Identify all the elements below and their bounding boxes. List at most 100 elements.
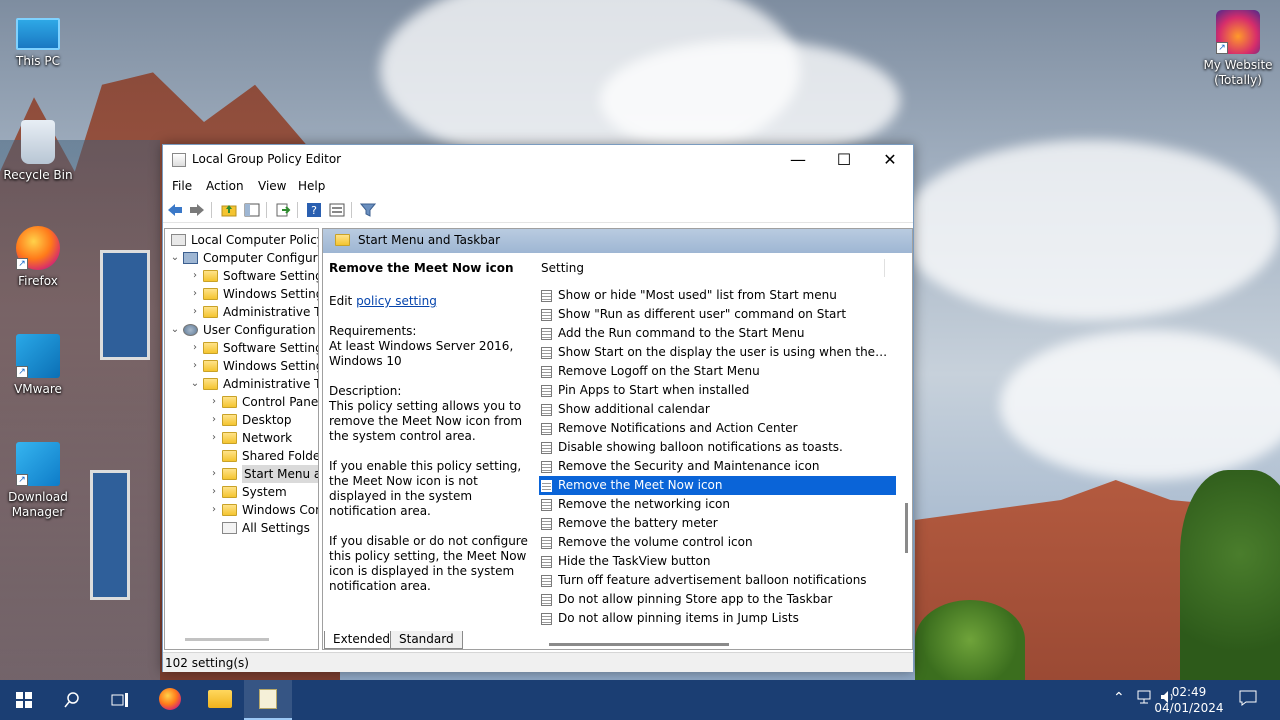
folder-icon xyxy=(335,234,350,246)
desktop-icon-firefox[interactable]: ↗ Firefox xyxy=(0,226,76,289)
desktop-icon-vmware[interactable]: ↗ VMware xyxy=(0,334,76,397)
chevron-right-icon[interactable]: › xyxy=(208,411,220,429)
tab-standard[interactable]: Standard xyxy=(390,631,463,649)
taskbar-file-explorer[interactable] xyxy=(196,680,244,720)
menu-view[interactable]: View xyxy=(258,179,286,193)
setting-row-selected[interactable]: Remove the Meet Now icon xyxy=(539,476,896,495)
policy-setting-icon xyxy=(541,480,552,492)
chevron-right-icon[interactable]: › xyxy=(208,501,220,519)
forward-arrow-icon[interactable] xyxy=(189,202,205,218)
chevron-right-icon[interactable]: › xyxy=(208,483,220,501)
clock-time: 02:49 xyxy=(1171,685,1207,699)
chevron-right-icon[interactable]: › xyxy=(189,339,201,357)
column-header-setting[interactable]: Setting xyxy=(541,261,584,275)
chevron-right-icon[interactable]: › xyxy=(208,465,220,483)
policy-description: Remove the Meet Now icon Edit policy set… xyxy=(329,261,528,593)
setting-row[interactable]: Remove the volume control icon xyxy=(539,533,896,552)
computer-icon xyxy=(16,18,60,50)
chevron-down-icon[interactable]: ⌄ xyxy=(169,249,181,267)
task-view-button[interactable] xyxy=(96,680,144,720)
minimize-button[interactable]: — xyxy=(775,145,821,175)
chevron-right-icon[interactable]: › xyxy=(208,429,220,447)
policy-setting-icon xyxy=(541,594,552,606)
menu-help[interactable]: Help xyxy=(298,179,325,193)
desktop-icon-my-website[interactable]: ↗ My Website (Totally) xyxy=(1198,10,1278,88)
setting-row[interactable]: Disable showing balloon notifications as… xyxy=(539,438,896,457)
view-tabs: Extended Standard xyxy=(322,629,913,650)
list-vertical-scrollbar[interactable] xyxy=(905,503,908,553)
pane-header: Start Menu and Taskbar xyxy=(323,229,912,253)
menu-bar: File Action View Help xyxy=(163,175,913,197)
menu-action[interactable]: Action xyxy=(206,179,244,193)
tab-extended[interactable]: Extended xyxy=(324,631,399,649)
settings-list[interactable]: Setting Show or hide "Most used" list fr… xyxy=(529,253,912,649)
chevron-down-icon[interactable]: ⌄ xyxy=(169,321,181,339)
taskbar-group-policy-editor[interactable] xyxy=(244,680,292,720)
setting-row[interactable]: Do not allow pinning Store app to the Ta… xyxy=(539,590,896,609)
up-folder-icon[interactable] xyxy=(221,202,237,218)
notification-icon[interactable] xyxy=(1239,690,1257,706)
setting-row[interactable]: Remove Logoff on the Start Menu xyxy=(539,362,896,381)
clock-date: 04/01/2024 xyxy=(1154,701,1224,715)
setting-row[interactable]: Show additional calendar xyxy=(539,400,896,419)
policy-setting-icon xyxy=(541,423,552,435)
show-hide-tree-icon[interactable] xyxy=(244,202,260,218)
chevron-right-icon[interactable]: › xyxy=(189,285,201,303)
chevron-right-icon[interactable]: › xyxy=(189,357,201,375)
chevron-right-icon[interactable]: › xyxy=(189,267,201,285)
enable-text: If you enable this policy setting, the M… xyxy=(329,459,522,518)
setting-row[interactable]: Pin Apps to Start when installed xyxy=(539,381,896,400)
user-icon xyxy=(183,324,198,336)
setting-row[interactable]: Remove Notifications and Action Center xyxy=(539,419,896,438)
clock[interactable]: 02:49 04/01/2024 xyxy=(1154,684,1224,716)
properties-icon[interactable] xyxy=(329,202,345,218)
setting-row[interactable]: Hide the TaskView button xyxy=(539,552,896,571)
setting-row[interactable]: Remove the networking icon xyxy=(539,495,896,514)
desktop-icon-download-manager[interactable]: ↗ Download Manager xyxy=(0,442,76,520)
policy-setting-icon xyxy=(541,556,552,568)
taskbar-firefox[interactable] xyxy=(146,680,194,720)
description-text: This policy setting allows you to remove… xyxy=(329,399,523,443)
help-icon[interactable]: ? xyxy=(306,202,322,218)
chevron-up-icon[interactable]: ⌃ xyxy=(1113,690,1125,706)
network-icon[interactable] xyxy=(1136,690,1152,704)
close-button[interactable]: ✕ xyxy=(867,145,913,175)
folder-icon xyxy=(222,504,237,516)
setting-row[interactable]: Do not allow pinning items in Jump Lists xyxy=(539,609,896,628)
vmware-icon: ↗ xyxy=(16,334,60,378)
chevron-right-icon[interactable]: › xyxy=(189,303,201,321)
back-arrow-icon[interactable] xyxy=(167,202,183,218)
menu-file[interactable]: File xyxy=(172,179,192,193)
policy-setting-icon xyxy=(541,309,552,321)
desktop-icon-recycle-bin[interactable]: Recycle Bin xyxy=(0,120,76,183)
setting-row[interactable]: Add the Run command to the Start Menu xyxy=(539,324,896,343)
firefox-shortcut-icon: ↗ xyxy=(1216,10,1260,54)
filter-icon[interactable] xyxy=(360,202,376,218)
firefox-icon xyxy=(159,688,181,710)
all-settings-icon xyxy=(222,522,237,534)
policy-setting-icon xyxy=(541,290,552,302)
edit-policy-setting-link[interactable]: policy setting xyxy=(356,294,437,308)
folder-icon xyxy=(222,468,237,480)
setting-row[interactable]: Turn off feature advertisement balloon n… xyxy=(539,571,896,590)
start-button[interactable] xyxy=(0,680,48,720)
navigation-tree[interactable]: Local Computer Policy ⌄ Computer Configu… xyxy=(164,228,319,650)
taskbar: ⌃ 02:49 04/01/2024 xyxy=(0,680,1280,720)
title-bar[interactable]: Local Group Policy Editor — ☐ ✕ xyxy=(163,145,913,175)
svg-text:?: ? xyxy=(311,204,317,217)
desktop-icon-this-pc[interactable]: This PC xyxy=(0,10,76,69)
setting-row[interactable]: Show or hide "Most used" list from Start… xyxy=(539,286,896,305)
setting-row[interactable]: Remove the Security and Maintenance icon xyxy=(539,457,896,476)
setting-row[interactable]: Show Start on the display the user is us… xyxy=(539,343,896,362)
chevron-down-icon[interactable]: ⌄ xyxy=(189,375,201,393)
chevron-right-icon[interactable]: › xyxy=(208,393,220,411)
maximize-button[interactable]: ☐ xyxy=(821,145,867,175)
tree-horizontal-scrollbar[interactable] xyxy=(185,638,269,641)
setting-row[interactable]: Show "Run as different user" command on … xyxy=(539,305,896,324)
group-policy-editor-window[interactable]: Local Group Policy Editor — ☐ ✕ File Act… xyxy=(162,144,914,672)
setting-row[interactable]: Remove the battery meter xyxy=(539,514,896,533)
download-manager-icon: ↗ xyxy=(16,442,60,486)
search-button[interactable] xyxy=(48,680,96,720)
settings-count: 102 setting(s) xyxy=(165,656,249,670)
export-list-icon[interactable] xyxy=(275,202,291,218)
